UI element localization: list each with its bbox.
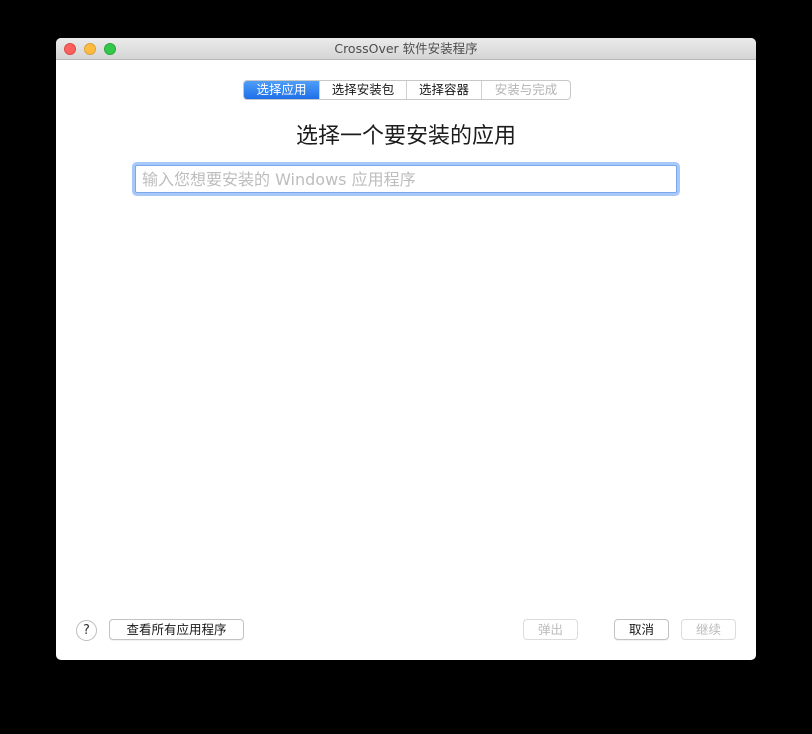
step-choose-package[interactable]: 选择安装包: [320, 81, 407, 99]
minimize-traffic-light-icon[interactable]: [84, 43, 96, 55]
close-traffic-light-icon[interactable]: [64, 43, 76, 55]
cancel-button[interactable]: 取消: [614, 619, 669, 640]
maximize-traffic-light-icon[interactable]: [104, 43, 116, 55]
step-choose-app[interactable]: 选择应用: [244, 81, 320, 99]
eject-button: 弹出: [523, 619, 578, 640]
help-button[interactable]: ?: [76, 620, 97, 641]
step-choose-bottle[interactable]: 选择容器: [407, 81, 482, 99]
page-title: 选择一个要安装的应用: [295, 124, 516, 149]
continue-button: 继续: [681, 619, 736, 640]
window-title: CrossOver 软件安装程序: [334, 41, 478, 56]
step-install-finish: 安装与完成: [494, 82, 558, 97]
installer-window: CrossOver 软件安装程序 选择应用 选择安装包 选择容器 安装与完成 选…: [56, 38, 756, 660]
title-bar[interactable]: CrossOver 软件安装程序: [56, 38, 756, 60]
view-all-apps-button[interactable]: 查看所有应用程序: [109, 619, 244, 640]
step-indicator: 选择应用 选择安装包 选择容器 安装与完成: [243, 80, 571, 100]
app-search-input[interactable]: [135, 165, 677, 193]
